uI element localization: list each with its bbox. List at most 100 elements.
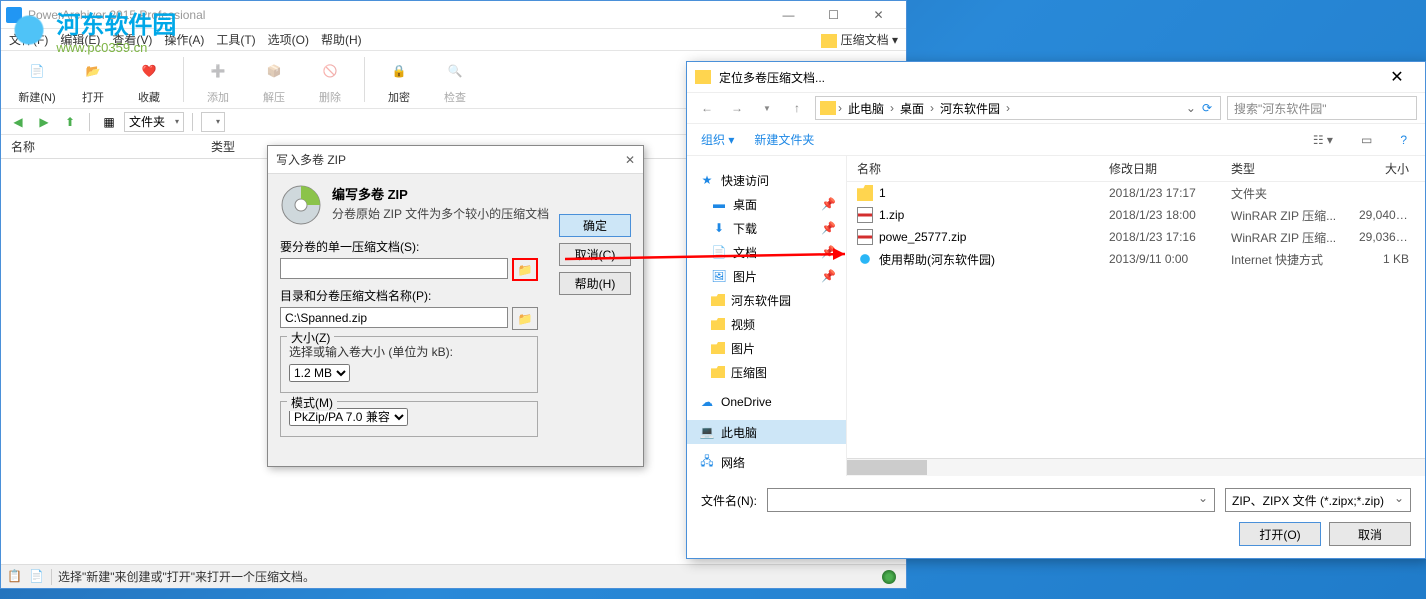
status-icon-1: 📋 [7, 569, 23, 585]
fd-close-button[interactable]: ✕ [1377, 64, 1417, 90]
open-button[interactable]: 打开(O) [1239, 522, 1321, 546]
status-led-icon [882, 570, 896, 584]
nav-forward-button[interactable]: → [725, 96, 749, 120]
view-icon[interactable]: ▦ [98, 111, 120, 133]
dest-browse-button[interactable]: 📁 [512, 307, 538, 330]
size-select[interactable]: 1.2 MB [289, 364, 350, 382]
organize-button[interactable]: 组织 ▾ [701, 131, 734, 148]
col-date[interactable]: 修改日期 [1099, 160, 1221, 177]
breadcrumb[interactable]: › 此电脑› 桌面› 河东软件园› ⌄ ⟳ [815, 96, 1221, 120]
menu-tools[interactable]: 工具(T) [216, 31, 255, 48]
horizontal-scrollbar[interactable] [847, 458, 1425, 476]
maximize-button[interactable]: ☐ [811, 4, 856, 26]
source-label: 要分卷的单一压缩文档(S): [280, 238, 538, 255]
fd-titlebar: 定位多卷压缩文档... ✕ [687, 62, 1425, 92]
path-combo[interactable] [201, 112, 225, 132]
status-text: 选择"新建"来创建或"打开"来打开一个压缩文档。 [58, 568, 315, 585]
sidebar-video[interactable]: 视频 [687, 312, 846, 336]
new-folder-button[interactable]: 新建文件夹 [754, 131, 814, 148]
dest-input[interactable] [280, 307, 508, 328]
col-size[interactable]: 大小 [1349, 160, 1419, 177]
cancel-button[interactable]: 取消(C) [559, 243, 631, 266]
up-button[interactable]: ⬆ [59, 111, 81, 133]
col-type[interactable]: 类型 [201, 138, 245, 155]
source-browse-button[interactable]: 📁 [512, 258, 538, 281]
source-input[interactable] [280, 258, 508, 279]
ribbon-delete[interactable]: 🚫删除 [304, 53, 356, 106]
menu-action[interactable]: 操作(A) [164, 31, 204, 48]
file-row[interactable]: powe_25777.zip2018/1/23 17:16WinRAR ZIP … [847, 226, 1425, 248]
filter-select[interactable]: ZIP、ZIPX 文件 (*.zipx;*.zip) [1225, 488, 1411, 512]
help-button[interactable]: 帮助(H) [559, 272, 631, 295]
forward-button[interactable]: ▶ [33, 111, 55, 133]
ribbon-check[interactable]: 🔍检查 [429, 53, 481, 106]
sidebar-downloads[interactable]: ⬇下载📌 [687, 216, 846, 240]
col-name[interactable]: 名称 [1, 138, 201, 155]
sidebar-network[interactable]: 🖧网络 [687, 450, 846, 474]
cancel-button[interactable]: 取消 [1329, 522, 1411, 546]
pa-titlebar: PowerArchiver 2015 Professional — ☐ ✕ [1, 1, 906, 29]
sidebar-hedong[interactable]: 河东软件园 [687, 288, 846, 312]
help-icon[interactable]: ? [1396, 133, 1411, 147]
ribbon-extract[interactable]: 📦解压 [248, 53, 300, 106]
dest-label: 目录和分卷压缩文档名称(P): [280, 287, 538, 304]
ok-button[interactable]: 确定 [559, 214, 631, 237]
file-row[interactable]: 使用帮助(河东软件园)2013/9/11 0:00Internet 快捷方式1 … [847, 248, 1425, 270]
menu-help[interactable]: 帮助(H) [321, 31, 362, 48]
sidebar-onedrive[interactable]: ☁OneDrive [687, 390, 846, 414]
view-button[interactable]: ☷ ▾ [1309, 133, 1337, 147]
nav-history-button[interactable]: ▼ [755, 96, 779, 120]
folder-icon [695, 70, 711, 84]
chevron-down-icon[interactable]: ⌄ [1186, 101, 1196, 115]
zip-heading: 编写多卷 ZIP [332, 184, 549, 203]
zip-close-button[interactable]: ✕ [625, 153, 635, 167]
ribbon-fav[interactable]: ❤️收藏 [123, 53, 175, 106]
back-button[interactable]: ◀ [7, 111, 29, 133]
ribbon-encrypt[interactable]: 🔒加密 [373, 53, 425, 106]
sidebar-pictures[interactable]: 🖼图片📌 [687, 264, 846, 288]
nav-up-button[interactable]: ↑ [785, 96, 809, 120]
disc-icon [280, 184, 322, 226]
menu-view[interactable]: 查看(V) [112, 31, 152, 48]
minimize-button[interactable]: — [766, 4, 811, 26]
file-row[interactable]: 1.zip2018/1/23 18:00WinRAR ZIP 压缩...29,0… [847, 204, 1425, 226]
sidebar-thispc[interactable]: 💻此电脑 [687, 420, 846, 444]
sidebar-compressed[interactable]: 压缩图 [687, 360, 846, 384]
menu-archive[interactable]: 压缩文档 ▾ [821, 31, 898, 48]
zip-title: 写入多卷 ZIP [276, 151, 625, 168]
refresh-icon[interactable]: ⟳ [1202, 101, 1212, 115]
filename-label: 文件名(N): [701, 492, 757, 509]
menu-file[interactable]: 文件(F) [9, 31, 48, 48]
menu-edit[interactable]: 编辑(E) [60, 31, 100, 48]
zip-titlebar: 写入多卷 ZIP ✕ [268, 146, 643, 174]
fd-list-header: 名称 修改日期 类型 大小 [847, 156, 1425, 182]
mode-legend: 模式(M) [287, 394, 337, 411]
folder-icon [820, 101, 836, 115]
fd-nav: ← → ▼ ↑ › 此电脑› 桌面› 河东软件园› ⌄ ⟳ 搜索"河东软件园" [687, 92, 1425, 124]
app-icon [6, 7, 22, 23]
pa-menubar: 文件(F) 编辑(E) 查看(V) 操作(A) 工具(T) 选项(O) 帮助(H… [1, 29, 906, 51]
ribbon-add[interactable]: ➕添加 [192, 53, 244, 106]
sidebar-documents[interactable]: 📄文档📌 [687, 240, 846, 264]
close-button[interactable]: ✕ [856, 4, 901, 26]
nav-back-button[interactable]: ← [695, 96, 719, 120]
menu-options[interactable]: 选项(O) [268, 31, 309, 48]
file-open-dialog: 定位多卷压缩文档... ✕ ← → ▼ ↑ › 此电脑› 桌面› 河东软件园› … [686, 61, 1426, 559]
sidebar-pictures2[interactable]: 图片 [687, 336, 846, 360]
sidebar-quick-access[interactable]: ★快速访问 [687, 168, 846, 192]
status-icon-2: 📄 [29, 569, 45, 585]
ribbon-new[interactable]: 📄新建(N) [11, 53, 63, 106]
preview-button[interactable]: ▭ [1357, 133, 1376, 147]
fd-list: 名称 修改日期 类型 大小 12018/1/23 17:17文件夹1.zip20… [847, 156, 1425, 476]
col-type[interactable]: 类型 [1221, 160, 1349, 177]
folder-combo[interactable]: 文件夹 [124, 112, 184, 132]
filename-input[interactable] [767, 488, 1215, 512]
col-name[interactable]: 名称 [847, 160, 1099, 177]
multivolume-zip-dialog: 写入多卷 ZIP ✕ 编写多卷 ZIP 分卷原始 ZIP 文件为多个较小的压缩文… [267, 145, 644, 467]
file-row[interactable]: 12018/1/23 17:17文件夹 [847, 182, 1425, 204]
fd-sidebar: ★快速访问 ▬桌面📌 ⬇下载📌 📄文档📌 🖼图片📌 河东软件园 视频 图片 压缩… [687, 156, 847, 476]
search-input[interactable]: 搜索"河东软件园" [1227, 96, 1417, 120]
ribbon-open[interactable]: 📂打开 [67, 53, 119, 106]
sidebar-desktop[interactable]: ▬桌面📌 [687, 192, 846, 216]
size-legend: 大小(Z) [287, 329, 334, 346]
